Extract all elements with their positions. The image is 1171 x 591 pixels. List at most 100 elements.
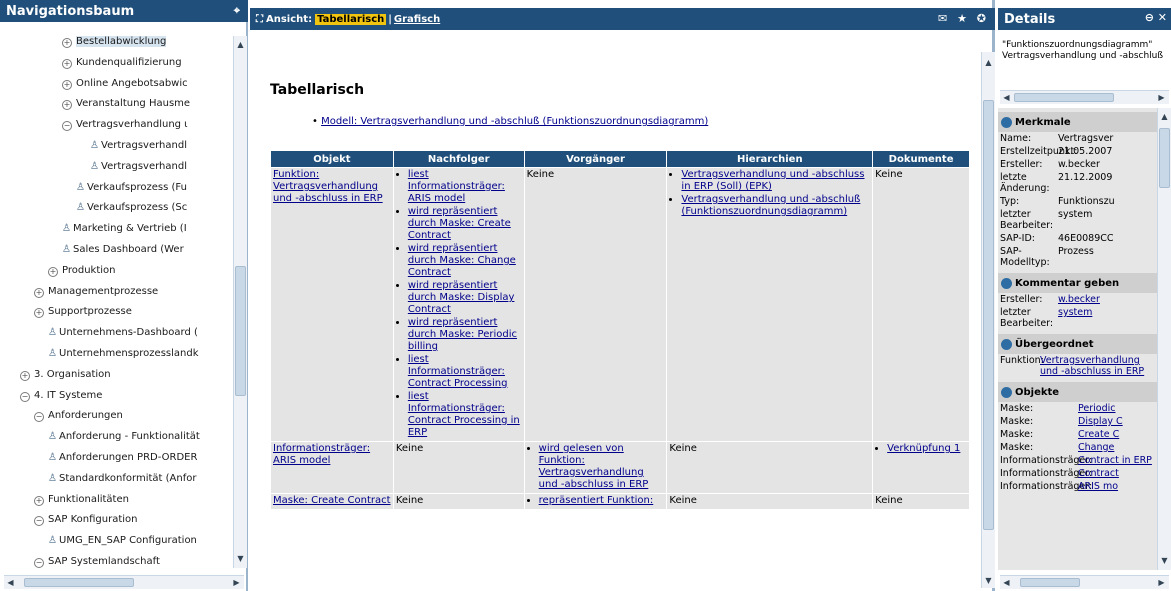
- scroll-down-icon[interactable]: ▼: [982, 574, 995, 587]
- objekte-section-header[interactable]: Objekte: [998, 382, 1157, 402]
- tree-item[interactable]: ♙ Standardkonformität (Anfor: [48, 469, 196, 489]
- tree-collapse-icon[interactable]: −: [34, 412, 44, 423]
- tree-item[interactable]: − Vertragsverhandlung ι: [62, 115, 188, 135]
- scroll-thumb[interactable]: [983, 100, 994, 530]
- object-link[interactable]: Informationsträger: ARIS model: [273, 443, 370, 466]
- tree-item[interactable]: − SAP Konfiguration: [34, 510, 137, 530]
- scroll-thumb[interactable]: [24, 578, 134, 587]
- tree-item[interactable]: ♙ Marketing & Vertrieb (I: [62, 219, 187, 239]
- collapse-icon[interactable]: [1001, 116, 1012, 128]
- scroll-thumb[interactable]: [1020, 578, 1080, 587]
- detail-link[interactable]: system: [1058, 307, 1155, 329]
- object-link[interactable]: Maske: Create Contract: [273, 495, 391, 506]
- hierarchy-link[interactable]: Vertragsverhandlung und -abschluß (Funkt…: [681, 194, 860, 217]
- tree-item[interactable]: + Managementprozesse: [34, 282, 158, 302]
- pin-icon[interactable]: ⌖: [234, 4, 240, 18]
- tree-item[interactable]: ♙ Unternehmensprozesslandk: [48, 344, 199, 364]
- hierarchy-link[interactable]: Vertragsverhandlung und -abschluss in ER…: [681, 169, 864, 192]
- successor-link[interactable]: wird repräsentiert durch Maske: Display …: [408, 280, 515, 315]
- detail-link[interactable]: ARIS mo: [1078, 481, 1155, 492]
- details-toolbar-icons[interactable]: ⊖ ✕: [1145, 11, 1167, 24]
- uebergeordnet-section-header[interactable]: Übergeordnet: [998, 334, 1157, 354]
- successor-link[interactable]: liest Informationsträger: Contract Proce…: [408, 354, 508, 389]
- view-vertical-scrollbar[interactable]: ▲ ▼: [981, 52, 995, 588]
- scroll-right-icon[interactable]: ▶: [1155, 576, 1168, 589]
- tree-expand-icon[interactable]: +: [34, 308, 44, 319]
- tree-collapse-icon[interactable]: −: [34, 516, 44, 527]
- tree-item[interactable]: ♙ Sales Dashboard (Wer: [62, 240, 184, 260]
- tree-expand-icon[interactable]: +: [62, 79, 72, 90]
- tree-expand-icon[interactable]: +: [62, 58, 72, 69]
- parent-link[interactable]: Vertragsverhandlung und -abschluss in ER…: [1040, 355, 1155, 377]
- scroll-up-icon[interactable]: ▲: [1158, 110, 1171, 123]
- scroll-up-icon[interactable]: ▲: [982, 56, 995, 69]
- detail-link[interactable]: w.becker: [1058, 294, 1155, 305]
- tree-expand-icon[interactable]: +: [34, 495, 44, 506]
- detail-link[interactable]: Create C: [1078, 429, 1155, 440]
- object-link[interactable]: Funktion: Vertragsverhandlung und -absch…: [273, 169, 383, 204]
- tab-grafisch[interactable]: Grafisch: [394, 14, 440, 25]
- details-vertical-scrollbar[interactable]: ▲ ▼: [1157, 108, 1171, 570]
- collapse-icon[interactable]: [1001, 386, 1012, 398]
- tree-item[interactable]: ♙ Verkaufsprozess (Fu: [76, 178, 187, 198]
- tab-tabellarisch[interactable]: Tabellarisch: [315, 13, 387, 25]
- tree-collapse-icon[interactable]: −: [62, 121, 72, 132]
- successor-link[interactable]: liest Informationsträger: ARIS model: [408, 169, 505, 204]
- tree-item[interactable]: + Kundenqualifizierung: [62, 53, 182, 73]
- tree-item[interactable]: + Funktionalitäten: [34, 490, 129, 510]
- tree-item[interactable]: + Produktion: [48, 261, 116, 281]
- tree-item[interactable]: ♙ UMG_EN_SAP Configuration: [48, 531, 197, 551]
- tree-item[interactable]: + Supportprozesse: [34, 302, 132, 322]
- details-horizontal-scrollbar[interactable]: ◀ ▶: [1000, 90, 1169, 104]
- merkmale-section-header[interactable]: Merkmale: [998, 112, 1157, 132]
- tree-expand-icon[interactable]: +: [62, 38, 72, 48]
- scroll-right-icon[interactable]: ▶: [230, 576, 243, 589]
- tree-collapse-icon[interactable]: −: [34, 558, 44, 568]
- detail-link[interactable]: Contract: [1078, 468, 1155, 479]
- model-link[interactable]: Modell: Vertragsverhandlung und -abschlu…: [321, 116, 708, 127]
- details-bottom-scrollbar[interactable]: ◀ ▶: [1000, 575, 1169, 589]
- scroll-up-icon[interactable]: ▲: [234, 38, 247, 51]
- scroll-down-icon[interactable]: ▼: [1158, 554, 1171, 567]
- tree-item[interactable]: − Anforderungen: [34, 406, 123, 426]
- scroll-thumb[interactable]: [1159, 128, 1170, 188]
- tree-expand-icon[interactable]: +: [62, 100, 72, 111]
- tree-item[interactable]: + Veranstaltung Hausme: [62, 94, 190, 114]
- tree-expand-icon[interactable]: +: [34, 287, 44, 298]
- tree-item[interactable]: −4. IT Systeme: [20, 386, 102, 406]
- successor-link[interactable]: wird repräsentiert durch Maske: Change C…: [408, 243, 516, 278]
- tree-collapse-icon[interactable]: −: [20, 391, 30, 402]
- scroll-left-icon[interactable]: ◀: [1000, 576, 1013, 589]
- detail-link[interactable]: Periodic: [1078, 403, 1155, 414]
- scroll-left-icon[interactable]: ◀: [4, 576, 17, 589]
- detail-link[interactable]: Display C: [1078, 416, 1155, 427]
- tree-horizontal-scrollbar[interactable]: ◀ ▶: [4, 575, 244, 589]
- tree-item[interactable]: + Bestellabwicklung: [62, 32, 167, 52]
- document-link[interactable]: Verknüpfung 1: [887, 443, 960, 454]
- successor-link[interactable]: liest Informationsträger: Contract Proce…: [408, 391, 520, 438]
- scroll-down-icon[interactable]: ▼: [234, 552, 247, 565]
- tree-vertical-scrollbar[interactable]: ▲ ▼: [233, 36, 247, 568]
- predecessor-link[interactable]: repräsentiert Funktion:: [539, 495, 654, 506]
- tree-item[interactable]: − SAP Systemlandschaft: [34, 552, 160, 572]
- detail-link[interactable]: Contract in ERP: [1078, 455, 1155, 466]
- successor-link[interactable]: wird repräsentiert durch Maske: Periodic…: [408, 317, 517, 352]
- kommentar-section-header[interactable]: Kommentar geben: [998, 273, 1157, 293]
- tree-item[interactable]: ♙ Vertragsverhandl: [90, 157, 187, 177]
- tree-item[interactable]: ♙ Anforderungen PRD-ORDER: [48, 448, 197, 468]
- scroll-left-icon[interactable]: ◀: [1000, 91, 1013, 104]
- tree-item[interactable]: ♙ Anforderung - Funktionalität: [48, 427, 200, 447]
- collapse-icon[interactable]: [1001, 338, 1012, 350]
- tree-item[interactable]: ♙ Verkaufsprozess (Sc: [76, 198, 187, 218]
- tree-item[interactable]: ♙ Vertragsverhandl: [90, 136, 187, 156]
- detail-link[interactable]: Change: [1078, 442, 1155, 453]
- scroll-thumb[interactable]: [1014, 93, 1114, 102]
- tree-expand-icon[interactable]: +: [20, 370, 30, 381]
- collapse-icon[interactable]: [1001, 277, 1012, 289]
- view-toolbar-icons[interactable]: ✉ ★ ✪: [938, 12, 989, 25]
- tree-item[interactable]: + Online Angebotsabwic: [62, 74, 188, 94]
- scroll-thumb[interactable]: [235, 266, 246, 396]
- scroll-right-icon[interactable]: ▶: [1155, 91, 1168, 104]
- predecessor-link[interactable]: wird gelesen von Funktion: Vertragsverha…: [539, 443, 649, 490]
- tree-item[interactable]: +3. Organisation: [20, 365, 111, 385]
